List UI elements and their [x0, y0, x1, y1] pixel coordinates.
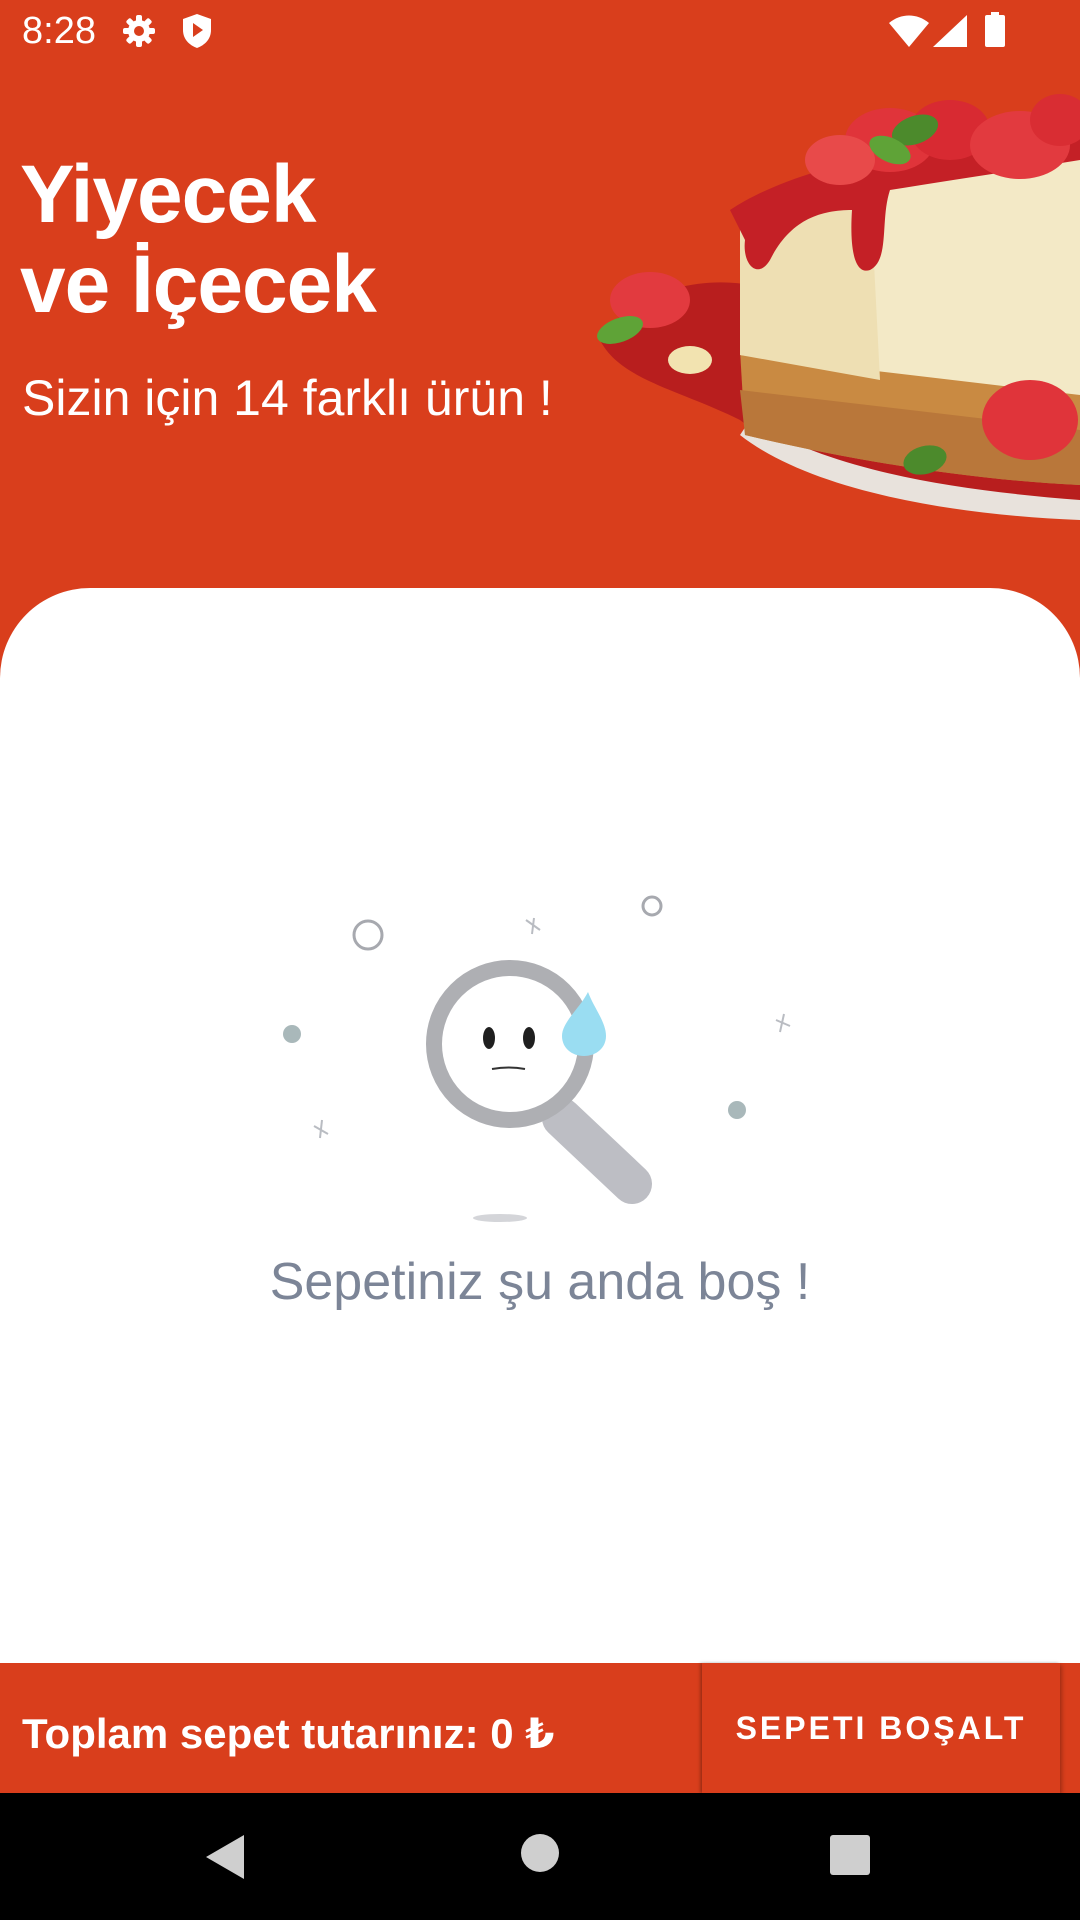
system-nav-bar — [0, 1793, 1080, 1920]
shield-icon — [183, 14, 211, 48]
home-icon[interactable] — [520, 1833, 560, 1873]
battery-icon — [985, 12, 1005, 47]
sad-magnifier-icon — [283, 895, 791, 1222]
empty-cart-message: Sepetiniz şu anda boş ! — [269, 1253, 811, 1311]
status-time: 8:28 — [22, 10, 96, 52]
page-title: Yiyecek ve İçecek — [20, 150, 580, 330]
title-line-2: ve İçecek — [20, 239, 377, 330]
back-icon[interactable] — [204, 1833, 246, 1881]
wifi-icon — [889, 15, 929, 47]
clear-cart-button[interactable]: SEPETI BOŞALT — [702, 1663, 1060, 1793]
cheesecake-image — [597, 94, 1080, 520]
status-bar: 8:28 — [0, 0, 1080, 64]
title-line-1: Yiyecek — [20, 149, 316, 240]
signal-icon — [933, 15, 967, 47]
cart-total-label: Toplam sepet tutarınız: 0 ₺ — [22, 1710, 555, 1757]
gear-icon — [123, 15, 155, 47]
recents-icon[interactable] — [830, 1835, 870, 1875]
product-count-subtitle: Sizin için 14 farklı ürün ! — [22, 370, 553, 426]
cart-footer: Toplam sepet tutarınız: 0 ₺ SEPETI BOŞAL… — [0, 1663, 1080, 1793]
